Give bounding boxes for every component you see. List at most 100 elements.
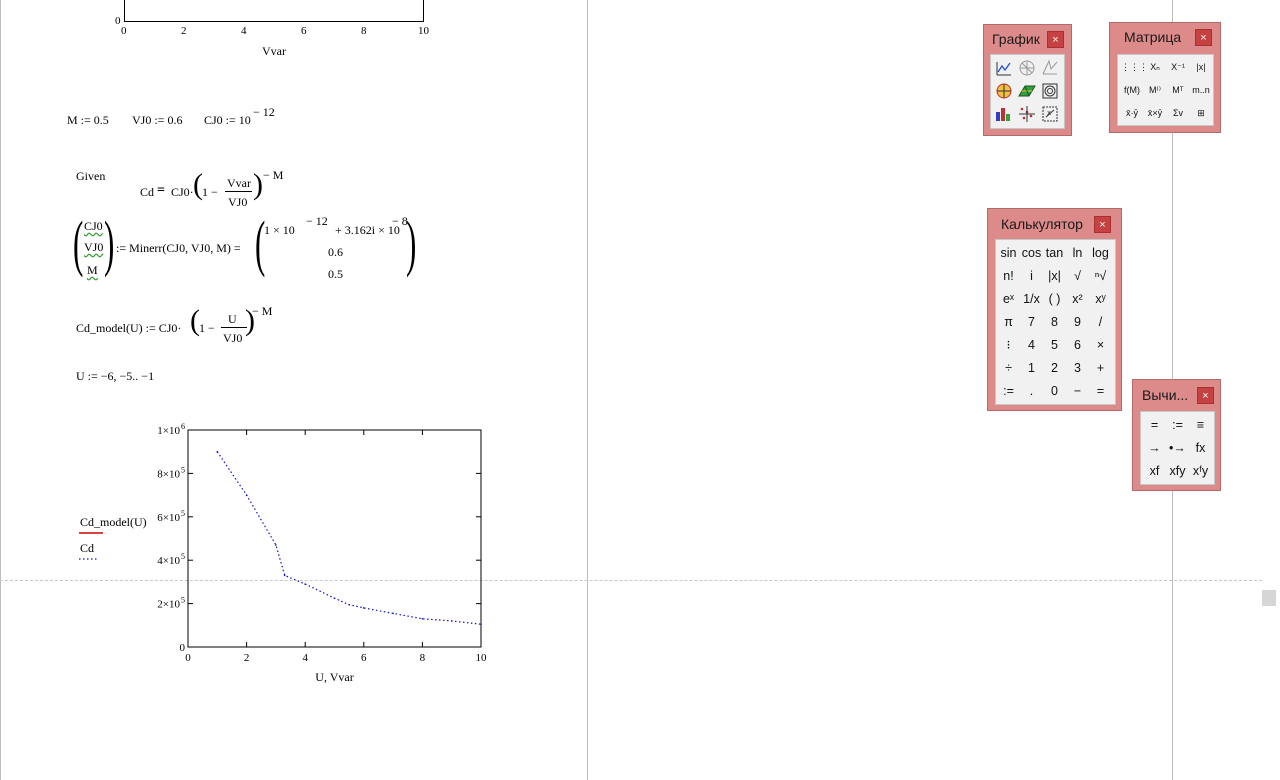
evaluation-button-6[interactable]: xf [1143, 460, 1166, 482]
calculator-button-27[interactable]: 2 [1043, 357, 1066, 379]
given-keyword[interactable]: Given [76, 169, 105, 184]
calculator-button-29[interactable]: + [1089, 357, 1112, 379]
calculator-button-28[interactable]: 3 [1066, 357, 1089, 379]
calculator-button-26[interactable]: 1 [1020, 357, 1043, 379]
contour-plot-icon[interactable] [993, 80, 1015, 102]
calculator-button-22[interactable]: 5 [1043, 334, 1066, 356]
graph-palette[interactable]: График × x [983, 24, 1072, 136]
calculator-button-3[interactable]: ln [1066, 242, 1089, 264]
matrix-determinant-button[interactable]: |x| [1190, 56, 1212, 78]
calculator-button-33[interactable]: − [1066, 380, 1089, 402]
calculator-button-15[interactable]: π [997, 311, 1020, 333]
calculator-palette[interactable]: Калькулятор × sin cos tan ln log n! i |x| √ ⁿ√ eˣ 1… [987, 208, 1122, 411]
matrix-vectorize-button[interactable]: f(M) [1121, 79, 1143, 101]
3d-bar-plot-icon[interactable] [1016, 80, 1038, 102]
3d-scatter-icon[interactable] [1039, 80, 1061, 102]
graph-palette-close-button[interactable]: × [1047, 31, 1064, 48]
scrollbar-thumb[interactable] [1262, 590, 1276, 606]
minerr-call[interactable]: := Minerr(CJ0, VJ0, M) = [116, 241, 241, 256]
matrix-inverse-button[interactable]: X⁻¹ [1167, 56, 1189, 78]
calculator-button-0[interactable]: sin [997, 242, 1020, 264]
matrix-palette[interactable]: Матрица × ⋮⋮⋮ Xₙ X⁻¹ |x| f(M) M⁽⁾ Mᵀ m..… [1109, 22, 1221, 133]
calculator-button-31[interactable]: . [1020, 380, 1043, 402]
evaluation-button-5[interactable]: fx [1189, 437, 1212, 459]
calculator-button-20[interactable]: ⁝ [997, 334, 1020, 356]
vertical-scrollbar[interactable] [1262, 0, 1280, 780]
calculator-button-8[interactable]: √ [1066, 265, 1089, 287]
calculator-button-23[interactable]: 6 [1066, 334, 1089, 356]
calculator-button-24[interactable]: × [1089, 334, 1112, 356]
matrix-vector-sum-button[interactable]: Σv [1167, 102, 1189, 124]
calculator-button-12[interactable]: ( ) [1043, 288, 1066, 310]
matrix-column-button[interactable]: M⁽⁾ [1144, 79, 1166, 101]
evaluation-button-8[interactable]: xᶠy [1189, 460, 1212, 482]
minerr-var-vj0[interactable]: VJ0 [84, 240, 103, 255]
calculator-button-7[interactable]: |x| [1043, 265, 1066, 287]
graph-palette-body: x [990, 54, 1065, 129]
vector-field-icon[interactable] [1016, 103, 1038, 125]
matrix-picture-button[interactable]: ⊞ [1190, 102, 1212, 124]
calculator-button-17[interactable]: 8 [1043, 311, 1066, 333]
calculator-button-6[interactable]: i [1020, 265, 1043, 287]
calculator-button-34[interactable]: = [1089, 380, 1112, 402]
calculator-button-9[interactable]: ⁿ√ [1089, 265, 1112, 287]
xy-plot[interactable]: 0 2 4 6 8 1002×10 54×10 56×10 58×10 51×10 6Cd_mode… [60, 415, 500, 690]
surface-plot-icon[interactable] [1039, 57, 1061, 79]
calculator-button-16[interactable]: 7 [1020, 311, 1043, 333]
polar-plot-icon[interactable] [1016, 57, 1038, 79]
xy-plot-icon[interactable] [993, 57, 1015, 79]
calculator-palette-title[interactable]: Калькулятор [1001, 216, 1083, 232]
calculator-button-21[interactable]: 4 [1020, 334, 1043, 356]
top-plot[interactable] [124, 0, 424, 22]
graph-palette-title[interactable]: График [992, 31, 1040, 47]
top-plot-y-tick-0: 0 [115, 15, 121, 27]
matrix-insert-button[interactable]: ⋮⋮⋮ [1121, 56, 1148, 78]
evaluation-button-1[interactable]: := [1166, 414, 1189, 436]
matrix-palette-close-button[interactable]: × [1195, 29, 1212, 46]
xy-plot-region[interactable]: 0 2 4 6 8 10 0 2×10 5 4×10 5 6×10 5 8×10 5 1×10 6 Cd_mode… [60, 415, 500, 690]
matrix-subscript-button[interactable]: Xₙ [1144, 56, 1166, 78]
matrix-palette-title[interactable]: Матрица [1124, 29, 1181, 45]
calculator-button-13[interactable]: x² [1066, 288, 1089, 310]
calculator-button-11[interactable]: 1/x [1020, 288, 1043, 310]
evaluation-button-2[interactable]: ≡ [1189, 414, 1212, 436]
evaluation-palette-close-button[interactable]: × [1197, 387, 1214, 404]
evaluation-button-3[interactable]: → [1143, 437, 1166, 459]
matrix-dot-product-button[interactable]: x̄·ȳ [1121, 102, 1143, 124]
top-plot-x-tick: 2 [181, 25, 187, 37]
def-cj0[interactable]: CJ0 := 10 [204, 113, 251, 128]
evaluation-palette-title[interactable]: Вычи... [1142, 387, 1188, 403]
def-vj0[interactable]: VJ0 := 0.6 [132, 113, 182, 128]
minerr-var-m[interactable]: M [87, 263, 98, 278]
minerr-var-cj0[interactable]: CJ0 [84, 219, 103, 234]
given-lhs[interactable]: Cd [140, 185, 154, 200]
calculator-button-2[interactable]: tan [1043, 242, 1066, 264]
y-tick-label: 8×10 [157, 468, 180, 480]
evaluation-button-4[interactable]: •→ [1166, 437, 1189, 459]
zoom-icon[interactable]: x [1039, 103, 1061, 125]
calculator-button-1[interactable]: cos [1020, 242, 1043, 264]
calculator-button-4[interactable]: log [1089, 242, 1112, 264]
evaluation-button-7[interactable]: xfy [1166, 460, 1189, 482]
calculator-button-10[interactable]: eˣ [997, 288, 1020, 310]
calculator-button-5[interactable]: n! [997, 265, 1020, 287]
def-m[interactable]: M := 0.5 [67, 113, 109, 128]
matrix-range-button[interactable]: m..n [1190, 79, 1212, 101]
calculator-button-14[interactable]: xʸ [1089, 288, 1112, 310]
matrix-cross-product-button[interactable]: x̄×ȳ [1144, 102, 1166, 124]
worksheet[interactable]: 0 0 2 4 6 8 10 Vvar M := 0.5 VJ0 := 0.6 … [0, 0, 1280, 780]
calculator-button-25[interactable]: ÷ [997, 357, 1020, 379]
calculator-button-32[interactable]: 0 [1043, 380, 1066, 402]
calculator-button-30[interactable]: := [997, 380, 1020, 402]
range-definition[interactable]: U := −6, −5.. −1 [76, 369, 154, 384]
page-boundary-line [587, 0, 588, 780]
evaluation-button-0[interactable]: = [1143, 414, 1166, 436]
evaluation-palette[interactable]: Вычи... × =:= ≡ → •→ fx xf xfy xᶠy [1132, 379, 1221, 491]
calculator-button-19[interactable]: / [1089, 311, 1112, 333]
calculator-palette-close-button[interactable]: × [1094, 216, 1111, 233]
matrix-transpose-button[interactable]: Mᵀ [1167, 79, 1189, 101]
data-point [392, 612, 394, 615]
bar-plot-icon[interactable] [993, 103, 1015, 125]
cd-model-lhs[interactable]: Cd_model(U) := CJ0· [76, 321, 181, 336]
calculator-button-18[interactable]: 9 [1066, 311, 1089, 333]
